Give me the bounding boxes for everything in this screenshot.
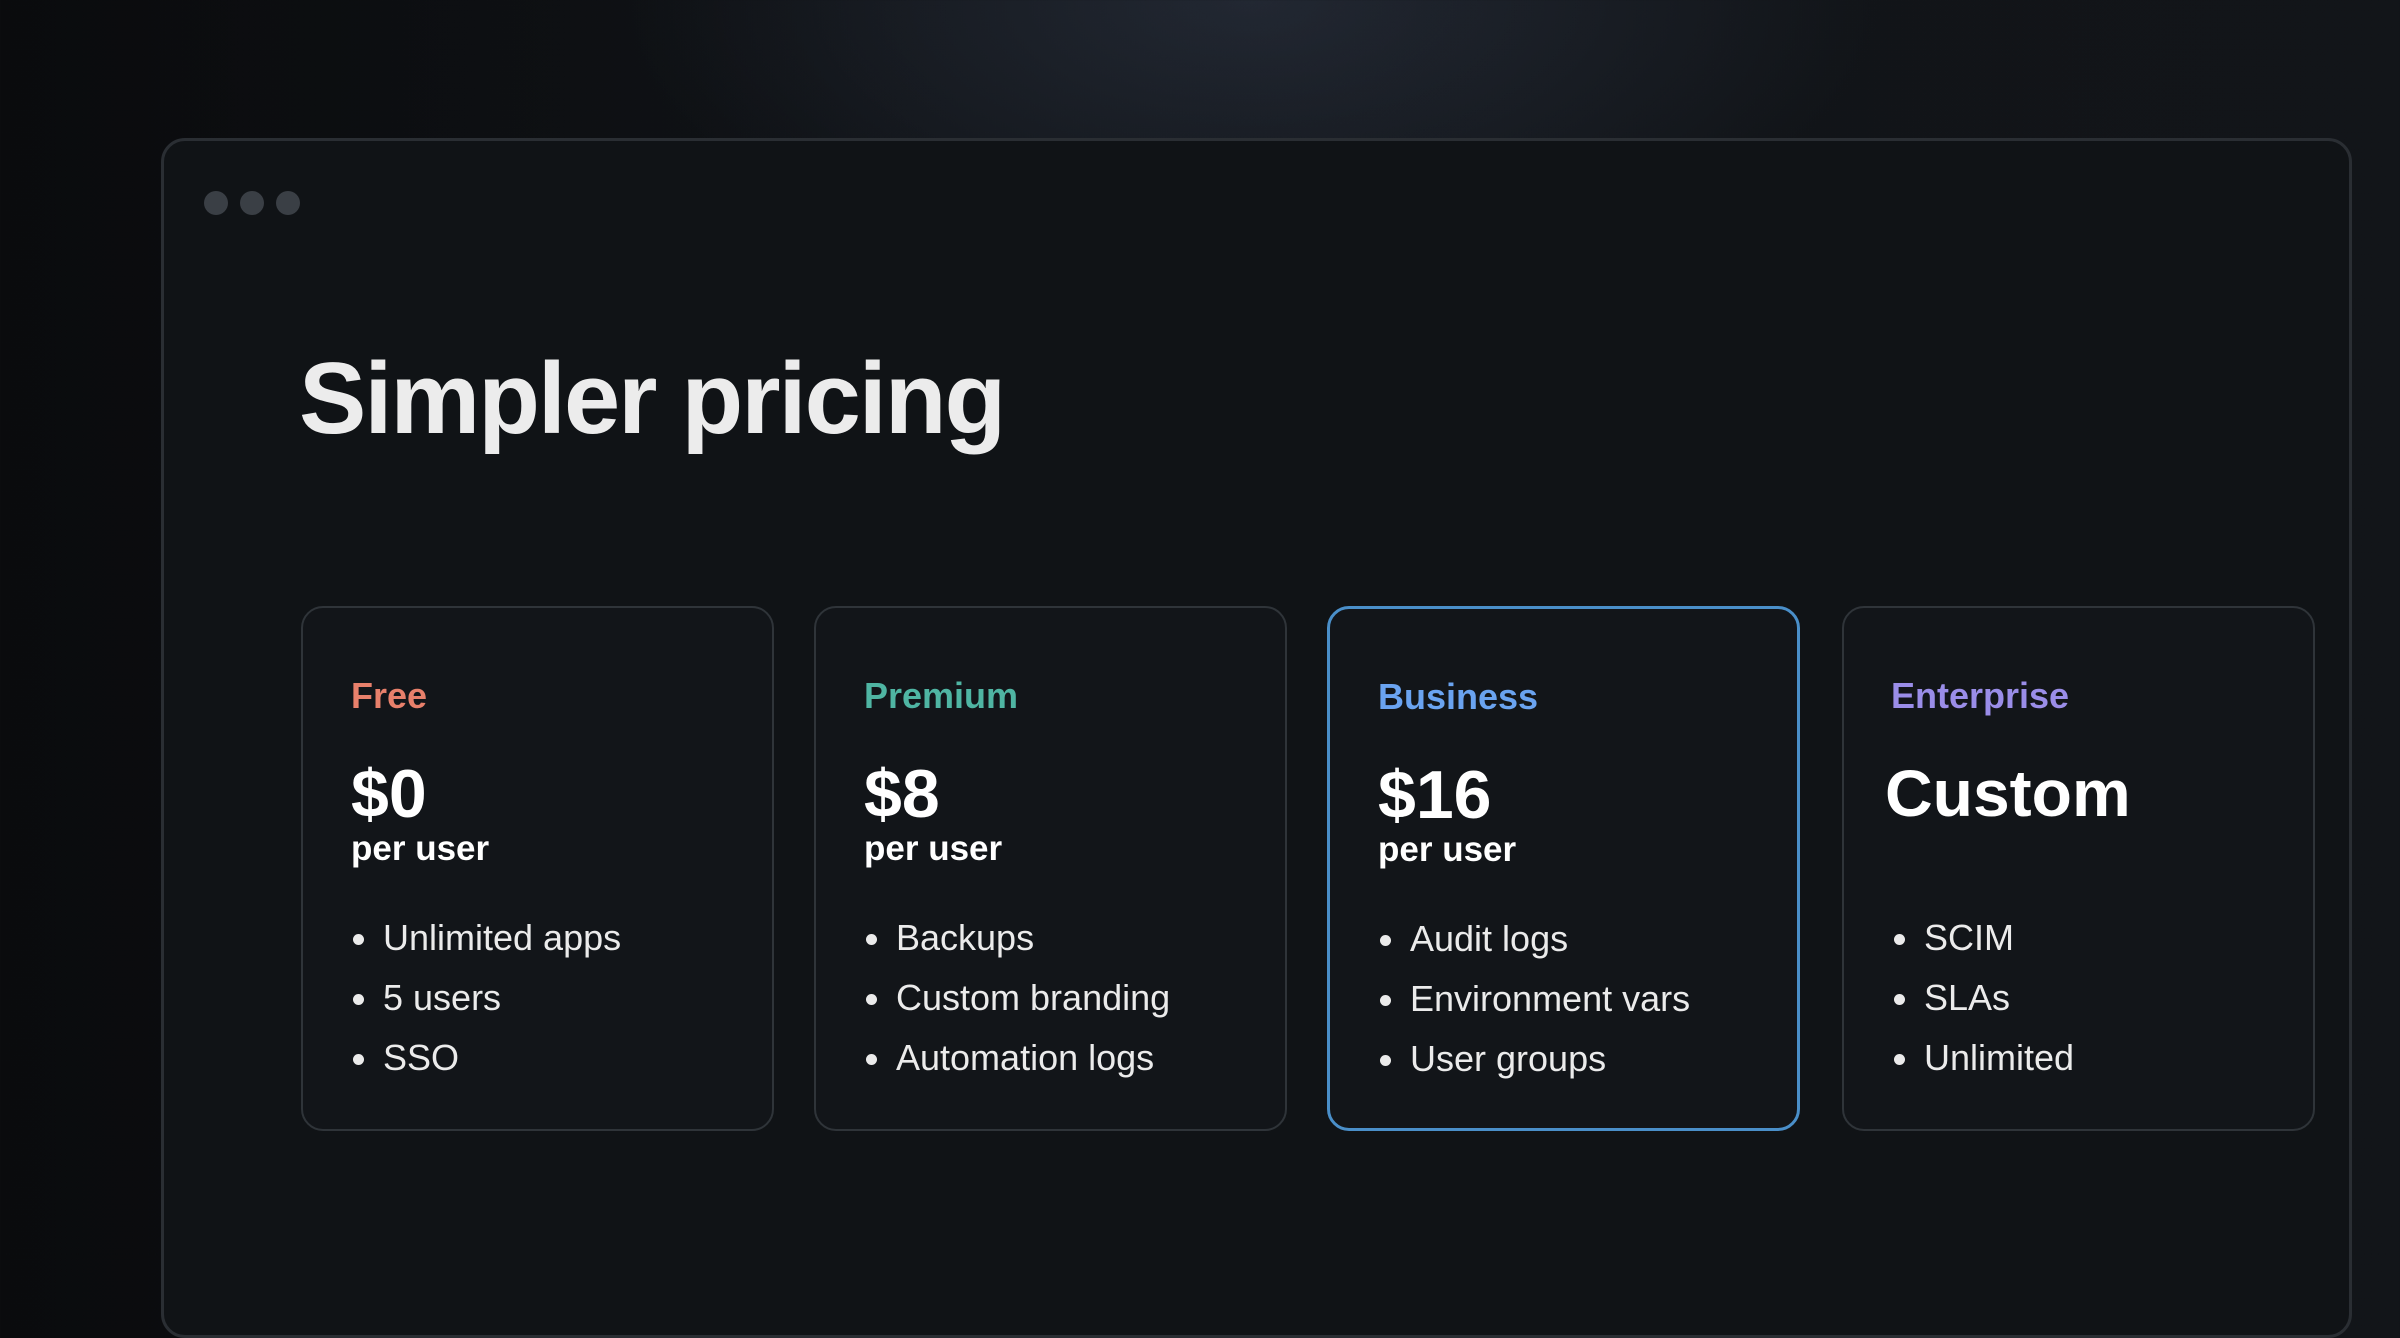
feature-item: User groups <box>1378 1029 1690 1089</box>
plan-card-business[interactable]: Business $16 per user Audit logs Environ… <box>1327 606 1800 1131</box>
window-dot-icon <box>204 191 228 215</box>
plan-card-premium[interactable]: Premium $8 per user Backups Custom brand… <box>814 606 1287 1131</box>
browser-window: Simpler pricing Free $0 per user Unlimit… <box>161 138 2352 1338</box>
plan-price: $8 <box>864 756 940 832</box>
plan-card-enterprise[interactable]: Enterprise Custom SCIM SLAs Unlimited <box>1842 606 2315 1131</box>
page-title: Simpler pricing <box>299 343 1006 455</box>
feature-list: Audit logs Environment vars User groups <box>1378 909 1690 1089</box>
plan-name: Enterprise <box>1891 675 2070 716</box>
feature-item: Unlimited apps <box>351 908 621 968</box>
feature-item: Backups <box>864 908 1170 968</box>
feature-list: SCIM SLAs Unlimited <box>1892 908 2074 1088</box>
feature-item: SLAs <box>1892 968 2074 1028</box>
feature-item: 5 users <box>351 968 621 1028</box>
window-dot-icon <box>276 191 300 215</box>
plan-card-free[interactable]: Free $0 per user Unlimited apps 5 users … <box>301 606 774 1131</box>
feature-item: Audit logs <box>1378 909 1690 969</box>
plan-name: Premium <box>864 675 1019 716</box>
feature-item: Environment vars <box>1378 969 1690 1029</box>
plan-price-unit: per user <box>1378 830 1517 869</box>
plan-price-unit: per user <box>351 829 490 868</box>
feature-item: Automation logs <box>864 1028 1170 1088</box>
window-controls <box>204 191 300 215</box>
feature-list: Backups Custom branding Automation logs <box>864 908 1170 1088</box>
plan-price: Custom <box>1885 756 2131 830</box>
feature-item: SSO <box>351 1028 621 1088</box>
plan-price: $0 <box>351 756 427 832</box>
plan-name: Business <box>1378 676 1539 717</box>
plan-name: Free <box>351 675 428 716</box>
plan-price: $16 <box>1378 757 1492 833</box>
plan-price-unit: per user <box>864 829 1003 868</box>
feature-item: SCIM <box>1892 908 2074 968</box>
feature-item: Custom branding <box>864 968 1170 1028</box>
feature-item: Unlimited <box>1892 1028 2074 1088</box>
feature-list: Unlimited apps 5 users SSO <box>351 908 621 1088</box>
window-dot-icon <box>240 191 264 215</box>
